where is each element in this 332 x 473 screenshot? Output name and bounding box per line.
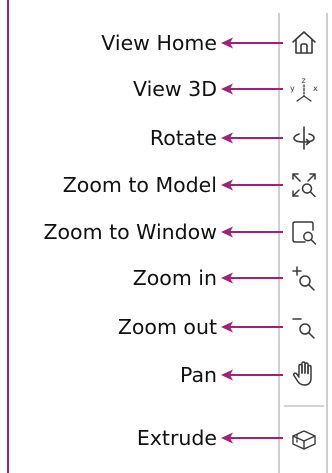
zoom-in-icon [288,263,320,295]
callout-arrow [221,82,283,96]
toolbar-divider [284,405,324,407]
extrude-icon [288,423,320,455]
left-guide-line [7,0,9,473]
callout-label-extrude: Extrude [136,426,217,450]
pan-button[interactable] [288,358,320,390]
zoom-in-button[interactable] [288,263,320,295]
callout-label-zoom-out: Zoom out [117,315,217,339]
callout-arrow [221,36,283,50]
callout-label-pan: Pan [180,363,217,387]
view-3d-button[interactable]: z y x [288,74,320,106]
callout-arrow [221,271,283,285]
callout-label-zoom-to-window: Zoom to Window [43,220,217,244]
callout-arrow [221,131,283,145]
zoom-to-model-icon [288,169,320,201]
zoom-out-button[interactable] [288,311,320,343]
svg-text:y: y [290,84,295,93]
callout-label-rotate: Rotate [149,126,217,150]
zoom-to-window-icon [288,216,320,248]
home-icon [288,27,320,59]
callout-label-view-home: View Home [101,31,217,55]
callout-arrow [221,431,283,445]
zoom-out-icon [288,311,320,343]
svg-text:z: z [302,76,306,85]
zoom-to-model-button[interactable] [288,169,320,201]
callout-arrow [221,178,283,192]
hand-icon [288,358,320,390]
extrude-button[interactable] [288,423,320,455]
rotate-button[interactable] [288,122,320,154]
zoom-to-window-button[interactable] [288,216,320,248]
callout-arrow [221,368,283,382]
callout-arrow [221,225,283,239]
rotate-icon [288,122,320,154]
callout-arrow [221,320,283,334]
axes-3d-icon: z y x [288,74,320,106]
callout-label-zoom-to-model: Zoom to Model [62,173,217,197]
callout-label-zoom-in: Zoom in [132,266,217,290]
view-home-button[interactable] [288,27,320,59]
svg-text:x: x [313,84,318,93]
callout-label-view-3d: View 3D [133,77,217,101]
